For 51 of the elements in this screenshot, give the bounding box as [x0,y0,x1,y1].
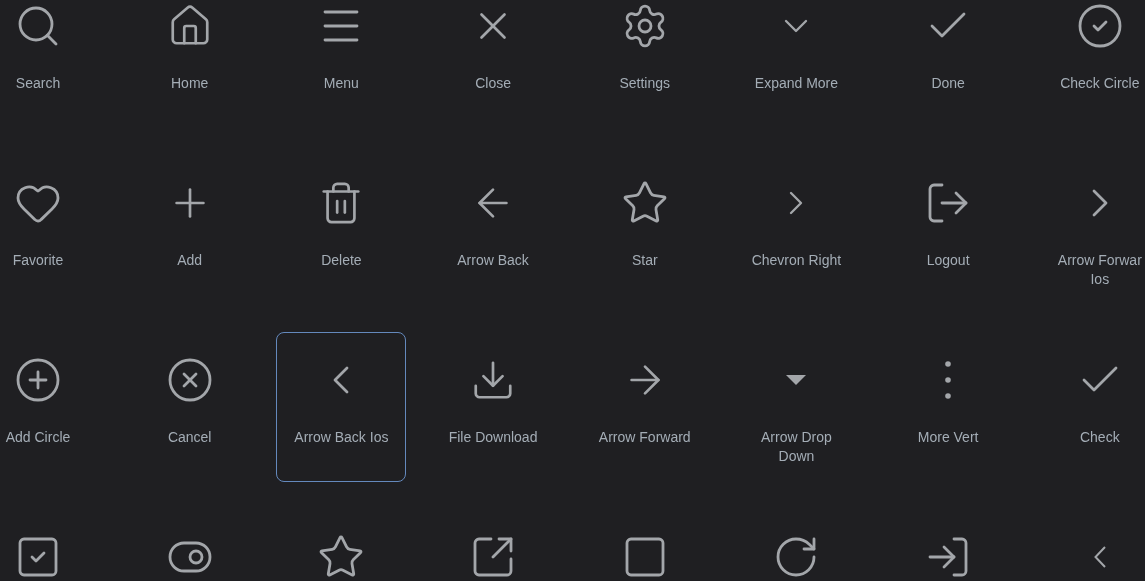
icon-label: Arrow Back Ios [294,428,389,447]
icon-label: Star [631,251,658,270]
icon-label: Logout [926,251,970,270]
icon-tile[interactable]: Cancel [124,332,255,482]
icon-label: Cancel [167,428,212,447]
icon-tile[interactable]: Add Circle [0,332,103,482]
icon-tile[interactable]: More Vert [883,332,1014,482]
icon-tile[interactable]: Settings [579,0,710,128]
icon-tile[interactable]: Close [428,0,559,128]
icon-tile[interactable]: Chevron Right [731,155,862,305]
icon-label: Delete [321,251,362,270]
icon-tile[interactable]: Search [0,0,103,128]
icon-label: Arrow Back [457,251,529,270]
triangle-down-icon [786,375,807,385]
icon-tile[interactable]: File Download [428,332,559,482]
icon-tile[interactable]: Arrow Forward [579,332,710,482]
icon-label: Arrow Forwar Ios [1056,251,1143,289]
icon-label: Menu [323,74,359,93]
icon-tile[interactable]: Favorite [0,155,103,305]
icon-tile[interactable]: Add [124,155,255,305]
icon-label: Check Circle [1060,74,1140,93]
icon-tile[interactable]: Arrow Back Ios [276,332,407,482]
icon-label: Chevron Right [751,251,842,270]
chevron-left-icon [1093,546,1106,568]
icon-label: Home [171,74,209,93]
icon-label: Arrow Forward [598,428,691,447]
icon-label: Settings [619,74,671,93]
icon-tile[interactable]: Arrow Forwar Ios [1034,155,1145,305]
icon-label: File Download [448,428,538,447]
icon-tile[interactable]: Done [883,0,1014,128]
icon-tile[interactable]: Home [124,0,255,128]
icon-tile[interactable]: Arrow Drop Down [731,332,862,482]
icon-tile[interactable]: Expand More [731,0,862,128]
icon-tile[interactable]: Arrow Back [428,155,559,305]
icon-label: Favorite [12,251,64,270]
more-vertical-icon [945,361,952,399]
icon-tile[interactable]: Check Circle [1034,0,1145,128]
icon-label: Check [1079,428,1120,447]
icon-label: Arrow Drop Down [760,428,833,466]
icon-label: Close [475,74,511,93]
icon-tile[interactable]: Menu [276,0,407,128]
icon-label: Add [177,251,203,270]
icon-tile[interactable]: Check [1034,332,1145,482]
icon-label: Add Circle [5,428,71,447]
icon-tile[interactable]: Star [579,155,710,305]
icon-label: Expand More [754,74,839,93]
icon-label: Search [15,74,61,93]
icon-tile[interactable]: Logout [883,155,1014,305]
icon-label: Done [931,74,965,93]
icon-label: More Vert [917,428,979,447]
icon-tile[interactable]: Delete [276,155,407,305]
